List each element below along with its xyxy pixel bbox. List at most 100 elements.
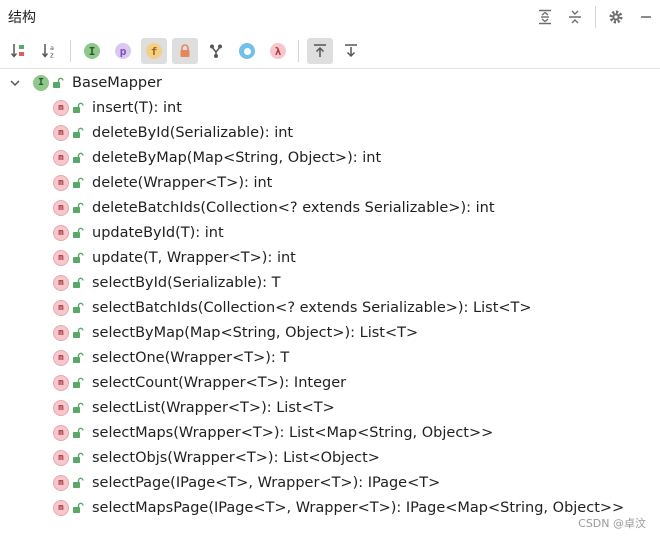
method-signature: selectObjs(Wrapper<T>): List<Object> [92, 449, 380, 466]
method-badge: m [58, 452, 64, 463]
method-badge: m [58, 152, 64, 163]
public-lock-icon [72, 327, 84, 339]
method-item[interactable]: m selectBatchIds(Collection<? extends Ser… [0, 295, 660, 320]
lambdas-badge: λ [274, 44, 282, 58]
method-badge: m [58, 177, 64, 188]
method-icon: m [53, 499, 69, 516]
inherited-icon: I [84, 43, 100, 59]
public-lock-icon [72, 377, 84, 389]
inherited-badge: I [88, 44, 96, 58]
method-signature: selectByMap(Map<String, Object>): List<T… [92, 324, 419, 341]
method-item[interactable]: m selectMapsPage(IPage<T>, Wrapper<T>): I… [0, 495, 660, 520]
method-icon: m [53, 224, 69, 241]
public-lock-icon [72, 427, 84, 439]
method-badge: m [58, 402, 64, 413]
scroll-from-source-icon [345, 44, 357, 58]
show-anonymous-button[interactable] [203, 38, 229, 64]
method-item[interactable]: m deleteBatchIds(Collection<? extends Ser… [0, 195, 660, 220]
structure-panel-header: 结构 [0, 0, 660, 34]
method-item[interactable]: m selectList(Wrapper<T>): List<T> [0, 395, 660, 420]
method-item[interactable]: m deleteByMap(Map<String, Object>): int [0, 145, 660, 170]
method-badge: m [58, 302, 64, 313]
method-icon: m [53, 399, 69, 416]
method-signature: insert(T): int [92, 99, 182, 116]
public-lock-icon [72, 352, 84, 364]
hide-panel-button[interactable] [632, 3, 660, 31]
sort-by-visibility-button[interactable] [6, 38, 32, 64]
method-icon: m [53, 249, 69, 266]
method-badge: m [58, 277, 64, 288]
fields-badge: f [150, 44, 158, 58]
public-lock-icon [72, 102, 84, 114]
method-item[interactable]: m selectMaps(Wrapper<T>): List<Map<String… [0, 420, 660, 445]
method-signature: deleteBatchIds(Collection<? extends Seri… [92, 199, 495, 216]
lock-icon [180, 44, 190, 57]
public-lock-icon [72, 202, 84, 214]
public-lock-icon [72, 277, 84, 289]
show-properties-button[interactable]: p [110, 38, 136, 64]
scroll-to-source-icon [314, 44, 326, 57]
method-signature: selectBatchIds(Collection<? extends Seri… [92, 299, 532, 316]
method-item[interactable]: m selectOne(Wrapper<T>): T [0, 345, 660, 370]
method-item[interactable]: m selectById(Serializable): T [0, 270, 660, 295]
method-badge: m [58, 227, 64, 238]
expand-all-button[interactable] [531, 3, 559, 31]
method-item[interactable]: m selectCount(Wrapper<T>): Integer [0, 370, 660, 395]
method-signature: selectOne(Wrapper<T>): T [92, 349, 290, 366]
method-icon: m [53, 474, 69, 491]
method-badge: m [58, 102, 64, 113]
method-item[interactable]: m selectByMap(Map<String, Object>): List<… [0, 320, 660, 345]
autoscroll-from-source-button[interactable] [338, 38, 364, 64]
method-badge: m [58, 352, 64, 363]
public-lock-icon [72, 477, 84, 489]
method-list: m insert(T): int m deleteById(Serializable)… [0, 95, 660, 520]
sort-visibility-icon [10, 44, 24, 58]
show-non-public-button[interactable] [172, 38, 198, 64]
method-icon: m [53, 449, 69, 466]
method-icon: m [53, 174, 69, 191]
method-signature: delete(Wrapper<T>): int [92, 174, 273, 191]
sort-alphabetically-button[interactable]: a z [37, 38, 63, 64]
method-signature: selectCount(Wrapper<T>): Integer [92, 374, 347, 391]
collapse-all-icon [569, 10, 581, 24]
expand-all-icon [539, 9, 551, 25]
toolbar-separator [70, 40, 71, 62]
chevron-down-icon[interactable] [8, 76, 22, 90]
method-item[interactable]: m delete(Wrapper<T>): int [0, 170, 660, 195]
method-item[interactable]: m updateById(T): int [0, 220, 660, 245]
method-badge: m [58, 202, 64, 213]
properties-badge: p [119, 44, 127, 58]
public-lock-icon [72, 152, 84, 164]
method-signature: selectMaps(Wrapper<T>): List<Map<String,… [92, 424, 494, 441]
method-item[interactable]: m insert(T): int [0, 95, 660, 120]
watermark: CSDN @卓汶 [578, 517, 646, 530]
lambda-icon: λ [270, 43, 286, 59]
gear-icon [609, 10, 623, 24]
method-item[interactable]: m update(T, Wrapper<T>): int [0, 245, 660, 270]
settings-button[interactable] [602, 3, 630, 31]
anonymous-object-icon [239, 43, 255, 59]
show-anonymous-objects-button[interactable] [234, 38, 260, 64]
sort-alpha-letter: z [50, 52, 54, 60]
method-badge: m [58, 377, 64, 388]
show-lambdas-button[interactable]: λ [265, 38, 291, 64]
toolbar-separator [298, 40, 299, 62]
tree-root-basemapper[interactable]: I BaseMapper [0, 70, 660, 95]
collapse-all-button[interactable] [561, 3, 589, 31]
method-icon: m [53, 424, 69, 441]
method-item[interactable]: m selectObjs(Wrapper<T>): List<Object> [0, 445, 660, 470]
method-badge: m [58, 252, 64, 263]
method-icon: m [53, 199, 69, 216]
method-item[interactable]: m deleteById(Serializable): int [0, 120, 660, 145]
method-badge: m [58, 477, 64, 488]
method-icon: m [53, 274, 69, 291]
show-inherited-button[interactable]: I [79, 38, 105, 64]
interface-icon: I [33, 74, 49, 91]
interface-badge: I [37, 77, 45, 88]
autoscroll-to-source-button[interactable] [307, 38, 333, 64]
show-fields-button[interactable]: f [141, 38, 167, 64]
root-label: BaseMapper [72, 74, 162, 91]
method-signature: selectMapsPage(IPage<T>, Wrapper<T>): IP… [92, 499, 625, 516]
method-item[interactable]: m selectPage(IPage<T>, Wrapper<T>): IPage… [0, 470, 660, 495]
method-icon: m [53, 374, 69, 391]
